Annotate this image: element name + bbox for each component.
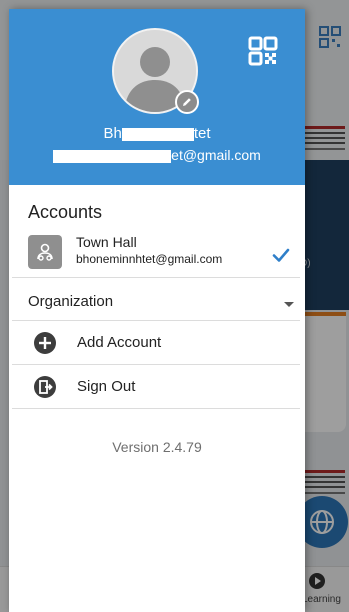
user-name-prefix: Bh [103, 125, 122, 142]
caret-down-icon [284, 302, 294, 307]
qr-code-button[interactable] [247, 35, 279, 67]
account-avatar [28, 235, 62, 269]
user-name: Bh tet [9, 125, 305, 142]
app-version: Version 2.4.79 [112, 439, 202, 455]
account-item[interactable]: Town Hall bhoneminnhtet@gmail.com [28, 231, 298, 277]
pencil-icon [183, 98, 191, 106]
edit-profile-button[interactable] [175, 90, 199, 114]
checkmark-icon [272, 248, 290, 262]
drawer-header: Bh tet et@gmail.com [9, 9, 305, 185]
user-email-suffix: et@gmail.com [171, 147, 261, 163]
qr-code-icon [248, 36, 278, 66]
redacted-block [53, 149, 172, 163]
account-email: bhoneminnhtet@gmail.com [76, 252, 223, 266]
divider [12, 277, 300, 278]
divider [12, 320, 300, 321]
navigation-drawer: Bh tet et@gmail.com Accounts Town Hall bh… [9, 9, 305, 612]
divider [12, 364, 300, 365]
exit-door-icon [34, 376, 56, 398]
add-account-button[interactable]: Add Account [33, 325, 293, 361]
org-account-icon [37, 243, 53, 261]
plus-circle-icon [34, 332, 56, 354]
organization-dropdown[interactable]: Organization [28, 285, 298, 321]
accounts-section-title: Accounts [28, 202, 103, 222]
organization-label: Organization [28, 293, 114, 310]
user-name-suffix: tet [193, 125, 211, 142]
account-name: Town Hall [76, 234, 137, 250]
divider [12, 408, 300, 409]
user-email: et@gmail.com [9, 147, 305, 163]
sign-out-button[interactable]: Sign Out [33, 369, 293, 405]
redacted-block [121, 127, 194, 141]
add-account-label: Add Account [77, 334, 162, 351]
sign-out-label: Sign Out [77, 378, 136, 395]
